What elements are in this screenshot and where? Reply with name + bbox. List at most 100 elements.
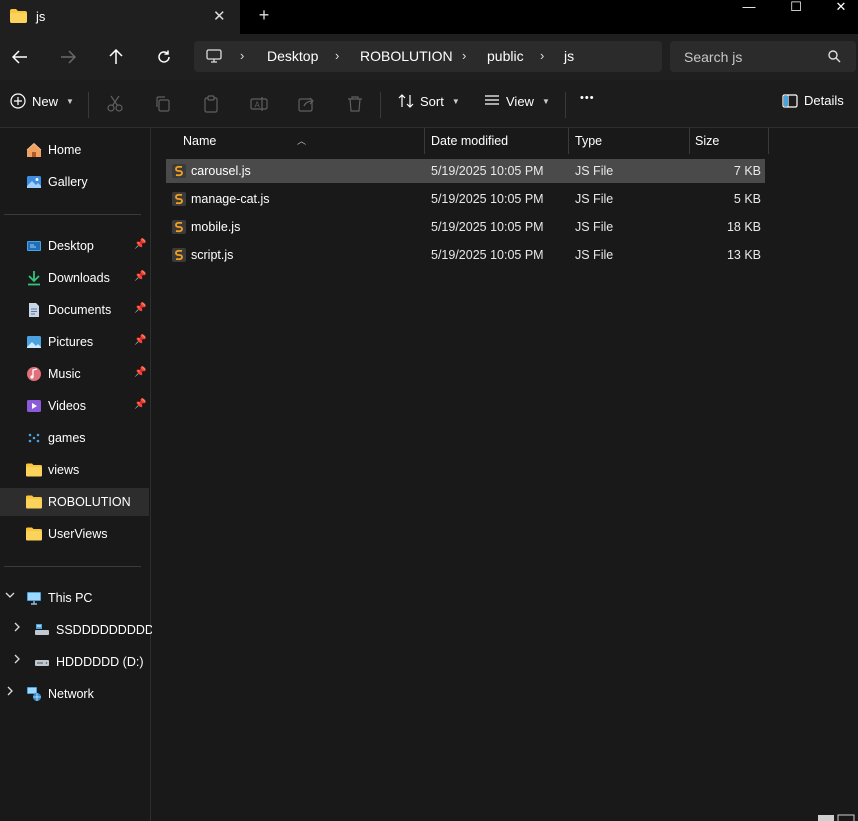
new-tab-button[interactable]: + bbox=[256, 5, 272, 26]
arrow-left-icon bbox=[12, 50, 27, 64]
column-header-type[interactable]: Type bbox=[569, 128, 689, 154]
js-file-icon bbox=[172, 220, 186, 234]
breadcrumb-separator[interactable]: › bbox=[540, 48, 544, 63]
search-input[interactable] bbox=[670, 41, 830, 72]
breadcrumb-separator[interactable]: › bbox=[335, 48, 339, 63]
pin-icon[interactable]: 📌 bbox=[134, 271, 146, 282]
sidebar-divider bbox=[4, 566, 141, 567]
table-row[interactable]: mobile.js 5/19/2025 10:05 PM JS File 18 … bbox=[166, 215, 765, 239]
sidebar-item-label: Network bbox=[48, 687, 94, 701]
column-divider[interactable] bbox=[768, 128, 769, 154]
sidebar-item-label: games bbox=[48, 431, 86, 445]
folder-icon bbox=[10, 9, 27, 26]
share-icon[interactable] bbox=[298, 95, 316, 113]
table-row[interactable]: script.js 5/19/2025 10:05 PM JS File 13 … bbox=[166, 243, 765, 267]
file-type: JS File bbox=[575, 164, 614, 178]
plus-circle-icon bbox=[10, 93, 26, 109]
desktop-folder-icon bbox=[27, 241, 41, 251]
toolbar-divider bbox=[565, 92, 566, 118]
videos-icon bbox=[27, 400, 41, 412]
sidebar-item-games[interactable]: games bbox=[0, 424, 149, 452]
breadcrumb-separator[interactable]: › bbox=[462, 48, 466, 63]
close-window-button[interactable]: ✕ bbox=[818, 0, 858, 16]
view-button[interactable]: View ▼ bbox=[484, 93, 550, 109]
sidebar-item-hdd-drive[interactable]: HDDDDDD (D:) bbox=[0, 648, 149, 676]
navigation-pane: Home Gallery Desktop 📌 Downloads 📌 Docum… bbox=[0, 128, 163, 821]
pictures-icon bbox=[27, 336, 41, 348]
details-button[interactable]: Details bbox=[782, 93, 844, 108]
sidebar-item-network[interactable]: Network bbox=[0, 680, 149, 708]
table-row[interactable]: carousel.js 5/19/2025 10:05 PM JS File 7… bbox=[166, 159, 765, 183]
file-name: carousel.js bbox=[191, 164, 251, 178]
column-header-size[interactable]: Size bbox=[690, 128, 768, 154]
file-size: 18 KB bbox=[726, 220, 761, 234]
pin-icon[interactable]: 📌 bbox=[134, 367, 146, 378]
column-header-date[interactable]: Date modified bbox=[425, 128, 569, 154]
new-button[interactable]: New ▼ bbox=[10, 93, 74, 109]
back-button[interactable] bbox=[8, 46, 32, 68]
sidebar-item-userviews[interactable]: UserViews bbox=[0, 520, 149, 548]
column-header-label: Size bbox=[695, 134, 720, 148]
paste-icon[interactable] bbox=[202, 95, 220, 113]
sidebar-item-downloads[interactable]: Downloads 📌 bbox=[0, 264, 149, 292]
file-size: 13 KB bbox=[726, 248, 761, 262]
sidebar-item-music[interactable]: Music 📌 bbox=[0, 360, 149, 388]
downloads-icon bbox=[28, 271, 40, 286]
sidebar-item-home[interactable]: Home bbox=[0, 136, 149, 164]
sidebar-item-gallery[interactable]: Gallery bbox=[0, 168, 149, 196]
refresh-button[interactable] bbox=[152, 46, 176, 68]
sidebar-item-documents[interactable]: Documents 📌 bbox=[0, 296, 149, 324]
close-tab-icon[interactable]: ✕ bbox=[213, 7, 226, 25]
table-row[interactable]: manage-cat.js 5/19/2025 10:05 PM JS File… bbox=[166, 187, 765, 211]
more-icon: ••• bbox=[580, 92, 595, 104]
file-date: 5/19/2025 10:05 PM bbox=[431, 192, 544, 206]
more-options-button[interactable]: ••• bbox=[580, 92, 595, 104]
column-header-name[interactable]: Name ︿ bbox=[152, 128, 424, 154]
chevron-right-icon[interactable] bbox=[5, 686, 15, 699]
games-icon bbox=[28, 433, 40, 443]
chevron-right-icon[interactable] bbox=[12, 622, 22, 635]
address-bar[interactable]: › Desktop › ROBOLUTION › public › js bbox=[194, 41, 662, 72]
sidebar-item-robolution[interactable]: ROBOLUTION bbox=[0, 488, 149, 516]
cut-icon[interactable] bbox=[106, 95, 124, 113]
up-button[interactable] bbox=[104, 46, 128, 68]
breadcrumb-public[interactable]: public bbox=[487, 48, 524, 64]
breadcrumb-desktop[interactable]: Desktop bbox=[267, 48, 318, 64]
sidebar-item-views[interactable]: views bbox=[0, 456, 149, 484]
sidebar-item-pictures[interactable]: Pictures 📌 bbox=[0, 328, 149, 356]
pin-icon[interactable]: 📌 bbox=[134, 335, 146, 346]
copy-icon[interactable] bbox=[154, 95, 172, 113]
file-date: 5/19/2025 10:05 PM bbox=[431, 220, 544, 234]
music-icon bbox=[27, 367, 41, 381]
pin-icon[interactable]: 📌 bbox=[134, 239, 146, 250]
sort-button[interactable]: Sort ▼ bbox=[398, 93, 460, 109]
sidebar-item-label: Home bbox=[48, 143, 82, 157]
sidebar-item-videos[interactable]: Videos 📌 bbox=[0, 392, 149, 420]
rename-icon[interactable]: A bbox=[250, 95, 268, 113]
arrow-up-icon bbox=[109, 49, 123, 64]
pin-icon[interactable]: 📌 bbox=[134, 399, 146, 410]
minimize-button[interactable]: — bbox=[726, 0, 772, 16]
chevron-right-icon[interactable] bbox=[12, 654, 22, 667]
maximize-button[interactable]: ☐ bbox=[773, 0, 819, 16]
sidebar-item-ssd-drive[interactable]: SSDDDDDDDDDD bbox=[0, 616, 163, 644]
arrow-right-icon bbox=[61, 50, 76, 64]
view-toggle[interactable] bbox=[818, 812, 856, 821]
pin-icon[interactable]: 📌 bbox=[134, 303, 146, 314]
file-date: 5/19/2025 10:05 PM bbox=[431, 248, 544, 262]
sidebar-item-label: SSDDDDDDDDDD bbox=[56, 623, 163, 637]
search-icon[interactable] bbox=[828, 50, 841, 66]
sidebar-item-desktop[interactable]: Desktop 📌 bbox=[0, 232, 149, 260]
breadcrumb-robolution[interactable]: ROBOLUTION bbox=[360, 48, 453, 64]
delete-icon[interactable] bbox=[346, 95, 364, 113]
sidebar-item-label: Gallery bbox=[48, 175, 88, 189]
breadcrumb-separator[interactable]: › bbox=[240, 48, 244, 63]
sidebar-divider bbox=[4, 214, 141, 215]
tab-js[interactable]: js ✕ bbox=[0, 0, 240, 34]
search-box[interactable] bbox=[670, 41, 856, 72]
chevron-down-icon[interactable] bbox=[5, 590, 15, 603]
js-file-icon bbox=[172, 248, 186, 262]
sidebar-item-this-pc[interactable]: This PC bbox=[0, 584, 149, 612]
breadcrumb-js[interactable]: js bbox=[564, 48, 574, 64]
forward-button[interactable] bbox=[56, 46, 80, 68]
